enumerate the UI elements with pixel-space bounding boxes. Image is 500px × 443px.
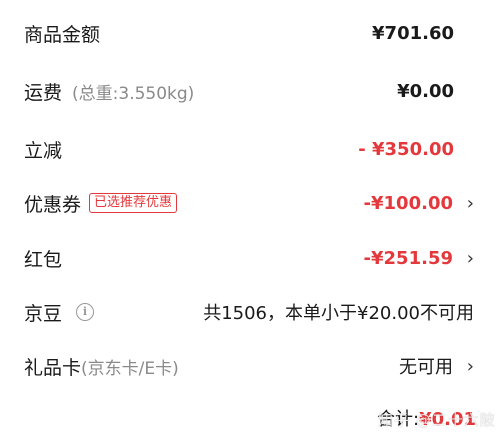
row-jd-beans: 京豆 i 共1506，本单小于¥20.00不可用 — [0, 294, 500, 330]
shipping-value: ¥0.00 — [397, 80, 454, 102]
watermark: 知乎 @二十六陂 — [378, 411, 496, 429]
row-goods-amount: 商品金额 ¥701.60 — [0, 15, 500, 51]
shipping-label: 运费 — [24, 81, 63, 104]
row-coupon[interactable]: 优惠券 已选推荐优惠 -¥100.00 › — [0, 185, 500, 221]
recommended-discount-tag: 已选推荐优惠 — [89, 193, 178, 213]
coupon-label: 优惠券 — [24, 193, 82, 216]
chevron-right-icon[interactable]: › — [467, 248, 474, 269]
info-icon[interactable]: i — [76, 303, 95, 321]
coupon-label-group: 优惠券 已选推荐优惠 — [24, 190, 178, 217]
instant-discount-value: - ¥350.00 — [358, 138, 454, 160]
coupon-value: -¥100.00 — [363, 192, 453, 214]
goods-amount-label: 商品金额 — [24, 23, 101, 46]
red-packet-label: 红包 — [24, 248, 63, 271]
shipping-weight: (总重:3.550kg) — [72, 83, 195, 104]
jd-beans-label-group: 京豆 i — [24, 299, 95, 326]
row-gift-card[interactable]: 礼品卡 (京东卡/E卡) 无可用 › — [0, 348, 500, 384]
instant-discount-label: 立减 — [24, 139, 63, 162]
row-instant-discount: 立减 - ¥350.00 — [0, 131, 500, 167]
red-packet-value: -¥251.59 — [363, 247, 453, 269]
gift-card-value: 无可用 — [399, 357, 453, 378]
row-shipping: 运费 (总重:3.550kg) ¥0.00 — [0, 73, 500, 109]
jd-beans-label: 京豆 — [24, 302, 63, 325]
jd-beans-value: 共1506，本单小于¥20.00不可用 — [203, 303, 474, 324]
chevron-right-icon[interactable]: › — [467, 193, 474, 214]
row-red-packet[interactable]: 红包 -¥251.59 › — [0, 240, 500, 276]
gift-card-label-group: 礼品卡 (京东卡/E卡) — [24, 353, 179, 380]
gift-card-sub: (京东卡/E卡) — [81, 358, 179, 379]
goods-amount-value: ¥701.60 — [372, 22, 454, 44]
gift-card-label: 礼品卡 — [24, 356, 82, 379]
chevron-right-icon[interactable]: › — [467, 356, 474, 377]
shipping-label-group: 运费 (总重:3.550kg) — [24, 78, 194, 105]
